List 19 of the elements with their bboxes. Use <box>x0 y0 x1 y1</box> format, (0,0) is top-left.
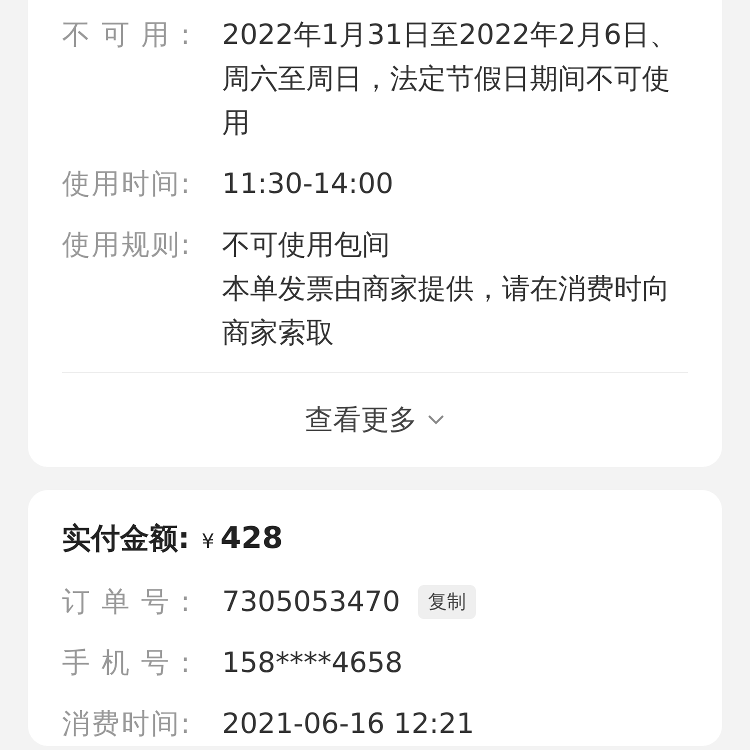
chevron-down-icon <box>427 414 445 426</box>
field-value: 2022年1月31日至2022年2月6日、 周六至周日，法定节假日期间不可使用 <box>222 17 679 141</box>
field-value: 不可使用包间 <box>222 227 391 263</box>
field-label: 订单号: <box>62 584 190 620</box>
currency-sign: ¥ <box>202 528 214 555</box>
field-value: 7305053470 <box>222 584 400 620</box>
field-value: 2021-06-16 12:21 <box>222 706 474 742</box>
field-value: 11:30-14:00 <box>222 166 394 202</box>
field-value: 本单发票由商家提供，请在消费时向商家索取 <box>222 271 671 351</box>
paid-amount-label: 实付金额: <box>62 520 190 557</box>
field-label: 手机号: <box>62 645 190 681</box>
see-more-link[interactable]: 查看更多 <box>305 401 445 439</box>
field-label: 使用规则: <box>62 227 190 263</box>
paid-amount: 428 <box>220 520 283 558</box>
copy-button[interactable]: 复制 <box>418 585 476 619</box>
field-label: 使用时间: <box>62 166 190 202</box>
field-label: 消费时间: <box>62 706 190 742</box>
field-label: 不可用: <box>62 17 190 53</box>
field-value: 158****4658 <box>222 645 403 681</box>
